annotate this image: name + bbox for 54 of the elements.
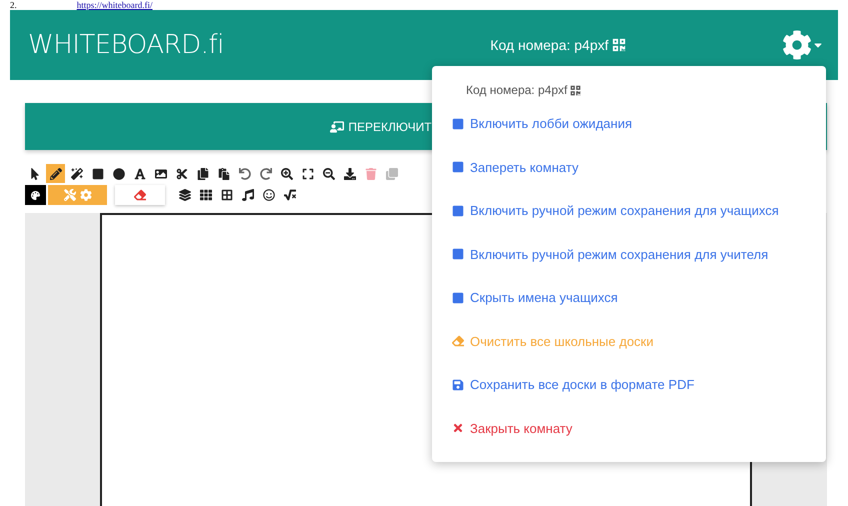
menu-item[interactable]: Закрыть комнату	[432, 406, 826, 450]
square-icon	[92, 168, 104, 180]
checkbox-icon	[452, 248, 464, 260]
checkbox-icon	[452, 118, 464, 130]
download-icon	[344, 168, 356, 180]
eraser-icon	[134, 189, 146, 201]
copy-icon	[196, 168, 208, 180]
tool-button[interactable]	[46, 164, 65, 183]
eraser-button[interactable]	[115, 185, 165, 205]
paste-icon	[218, 168, 230, 180]
settings-button[interactable]	[782, 30, 824, 60]
list-number: 2.	[10, 1, 17, 10]
room-code: Код номера: p4pxf	[490, 37, 609, 53]
tools-icon	[64, 189, 76, 201]
qr-code-icon[interactable]	[612, 38, 626, 52]
close-icon	[452, 422, 464, 434]
text-icon	[134, 168, 146, 180]
layers-icon	[178, 189, 190, 201]
menu-item[interactable]: Сохранить все доски в формате PDF	[432, 363, 826, 406]
table-icon	[220, 189, 232, 201]
menu-item[interactable]: Включить ручной режим сохранения для учащихся	[432, 189, 826, 232]
music-note-icon	[242, 189, 254, 201]
gear-icon	[782, 30, 812, 60]
checkbox-icon	[452, 161, 464, 174]
image-icon	[154, 168, 166, 180]
zoom-in-icon	[280, 168, 292, 180]
expand-icon	[302, 168, 314, 180]
room-code: Код номера: p4pxf	[466, 83, 568, 97]
trash-icon	[364, 168, 376, 180]
square-root-icon	[284, 189, 296, 201]
presenter-icon	[330, 120, 344, 134]
magic-wand-icon	[70, 168, 82, 180]
undo-icon	[238, 168, 250, 180]
qr-code-icon[interactable]	[570, 84, 582, 96]
url-link[interactable]: https://whiteboard.fi/	[76, 1, 152, 10]
palette-icon	[31, 188, 40, 202]
redo-icon	[260, 168, 272, 180]
checkbox-icon	[452, 292, 464, 304]
smiley-icon	[262, 189, 274, 201]
checkbox-icon	[452, 204, 464, 217]
eraser-icon	[452, 335, 464, 348]
grid-icon	[200, 189, 212, 201]
scissors-icon	[176, 168, 188, 180]
menu-item[interactable]: Включить ручной режим сохранения для учителя	[432, 232, 826, 276]
logo: WHITEBOARD.fi	[28, 30, 224, 60]
gear-icon	[80, 189, 92, 201]
clone-icon	[386, 168, 398, 180]
pencil-icon	[50, 168, 62, 180]
pointer-icon	[28, 168, 40, 180]
menu-item[interactable]: Включить лобби ожидания	[432, 102, 826, 146]
palette-button[interactable]	[25, 185, 46, 205]
zoom-out-icon	[322, 168, 334, 180]
circle-icon	[112, 168, 124, 180]
menu-item[interactable]: Скрыть имена учащихся	[432, 276, 826, 320]
